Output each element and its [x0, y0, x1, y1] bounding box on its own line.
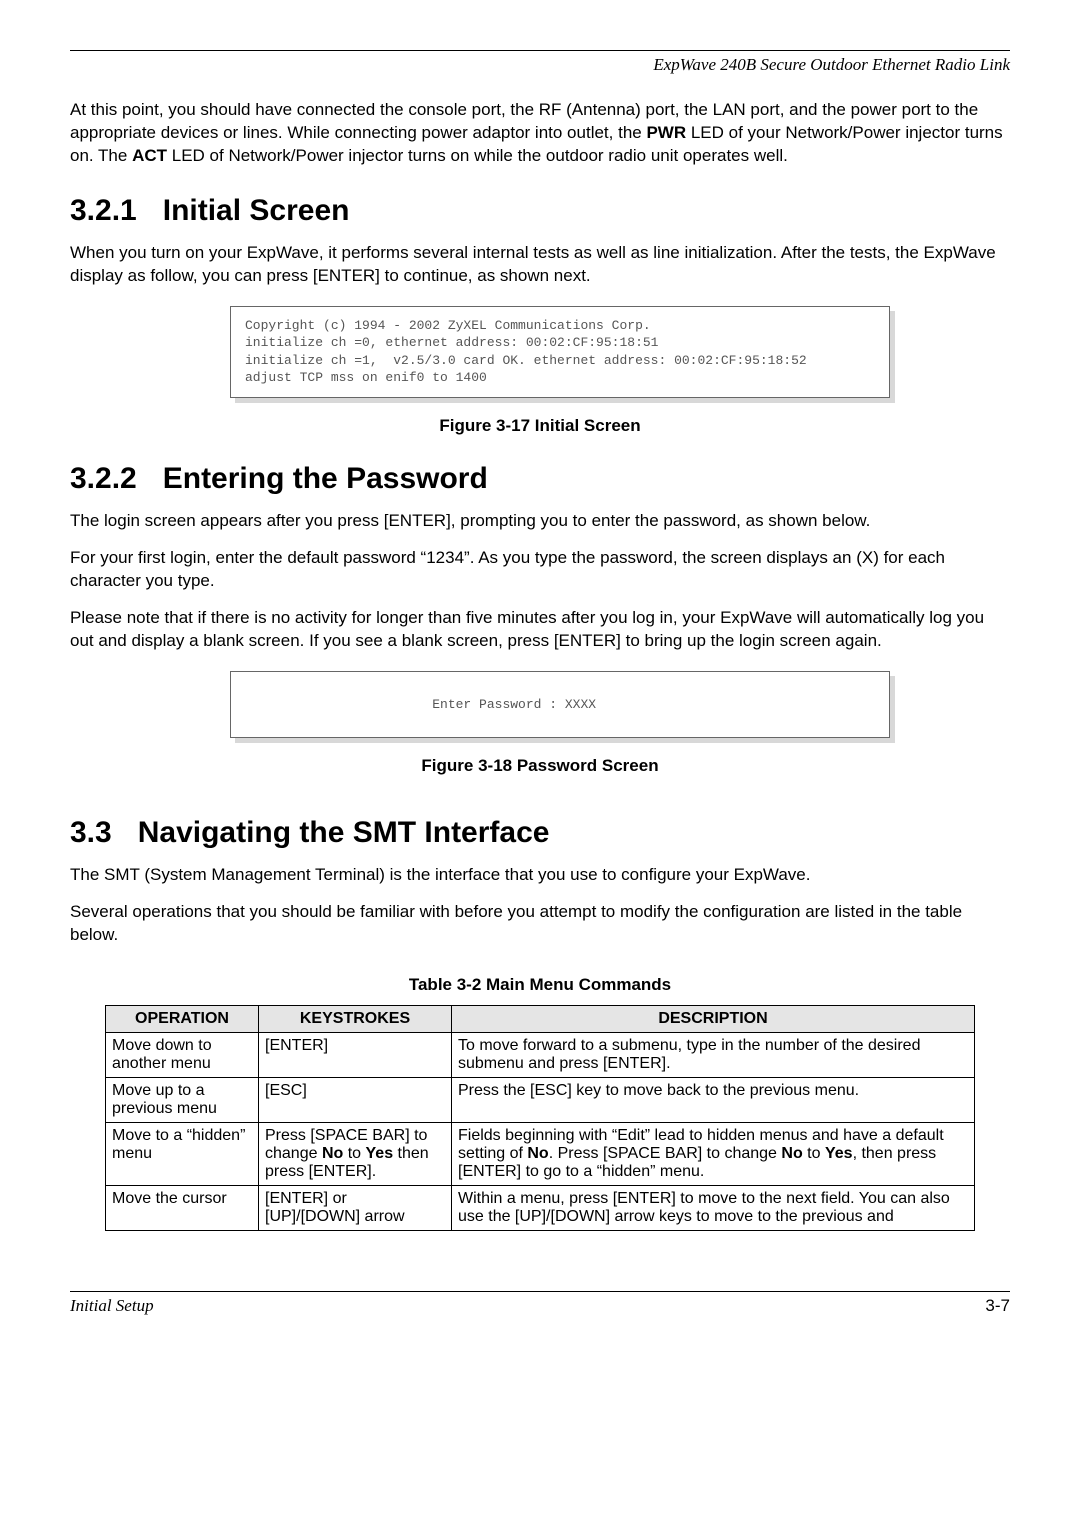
figure-caption-3-17: Figure 3-17 Initial Screen: [70, 416, 1010, 436]
heading-number: 3.3: [70, 816, 112, 850]
sec322-p1: The login screen appears after you press…: [70, 510, 1010, 533]
text: to: [343, 1145, 365, 1162]
heading-3-2-1: 3.2.1 Initial Screen: [70, 194, 1010, 228]
table-caption-3-2: Table 3-2 Main Menu Commands: [70, 975, 1010, 995]
col-keystrokes: KEYSTROKES: [259, 1005, 452, 1032]
footer-page-number: 3-7: [985, 1296, 1010, 1316]
col-description: DESCRIPTION: [452, 1005, 975, 1032]
cell-description: To move forward to a submenu, type in th…: [452, 1032, 975, 1077]
bold: Yes: [825, 1145, 853, 1162]
cell-description: Press the [ESC] key to move back to the …: [452, 1077, 975, 1122]
cell-keystrokes: [ENTER]: [259, 1032, 452, 1077]
cell-keystrokes: Press [SPACE BAR] to change No to Yes th…: [259, 1122, 452, 1185]
sec322-p3: Please note that if there is no activity…: [70, 607, 1010, 653]
table-row: Move up to a previous menu [ESC] Press t…: [106, 1077, 975, 1122]
cell-keystrokes: [ESC]: [259, 1077, 452, 1122]
heading-title: Navigating the SMT Interface: [138, 816, 550, 849]
sec33-p2: Several operations that you should be fa…: [70, 901, 1010, 947]
table-row: Move the cursor [ENTER] or [UP]/[DOWN] a…: [106, 1185, 975, 1230]
col-operation: OPERATION: [106, 1005, 259, 1032]
cell-description: Within a menu, press [ENTER] to move to …: [452, 1185, 975, 1230]
heading-title: Initial Screen: [163, 194, 350, 227]
table-row: Move down to another menu [ENTER] To mov…: [106, 1032, 975, 1077]
sec322-p2: For your first login, enter the default …: [70, 547, 1010, 593]
cell-operation: Move down to another menu: [106, 1032, 259, 1077]
heading-number: 3.2.1: [70, 194, 137, 228]
text: to: [803, 1145, 825, 1162]
table-header-row: OPERATION KEYSTROKES DESCRIPTION: [106, 1005, 975, 1032]
intro-bold-pwr: PWR: [646, 123, 686, 142]
cell-keystrokes: [ENTER] or [UP]/[DOWN] arrow: [259, 1185, 452, 1230]
bold: No: [527, 1145, 548, 1162]
console-text-password: Enter Password : XXXX: [230, 671, 890, 739]
doc-header-title: ExpWave 240B Secure Outdoor Ethernet Rad…: [70, 55, 1010, 75]
bold: No: [781, 1145, 802, 1162]
heading-number: 3.2.2: [70, 462, 137, 496]
sec33-p1: The SMT (System Management Terminal) is …: [70, 864, 1010, 887]
text: . Press [SPACE BAR] to change: [549, 1145, 782, 1162]
console-box-initial: Copyright (c) 1994 - 2002 ZyXEL Communic…: [230, 306, 890, 398]
heading-3-2-2: 3.2.2 Entering the Password: [70, 462, 1010, 496]
heading-title: Entering the Password: [163, 462, 488, 495]
cell-operation: Move up to a previous menu: [106, 1077, 259, 1122]
cell-description: Fields beginning with “Edit” lead to hid…: [452, 1122, 975, 1185]
intro-paragraph: At this point, you should have connected…: [70, 99, 1010, 168]
heading-3-3: 3.3 Navigating the SMT Interface: [70, 816, 1010, 850]
intro-text-3: LED of Network/Power injector turns on w…: [167, 146, 788, 165]
sec321-para: When you turn on your ExpWave, it perfor…: [70, 242, 1010, 288]
cell-operation: Move to a “hidden” menu: [106, 1122, 259, 1185]
main-menu-commands-table: OPERATION KEYSTROKES DESCRIPTION Move do…: [105, 1005, 975, 1231]
console-text-initial: Copyright (c) 1994 - 2002 ZyXEL Communic…: [230, 306, 890, 398]
bold: No: [322, 1145, 343, 1162]
page-footer: Initial Setup 3-7: [70, 1291, 1010, 1316]
cell-operation: Move the cursor: [106, 1185, 259, 1230]
bold: Yes: [366, 1145, 394, 1162]
footer-section: Initial Setup: [70, 1296, 154, 1316]
console-box-password: Enter Password : XXXX: [230, 671, 890, 739]
intro-bold-act: ACT: [132, 146, 167, 165]
figure-caption-3-18: Figure 3-18 Password Screen: [70, 756, 1010, 776]
table-row: Move to a “hidden” menu Press [SPACE BAR…: [106, 1122, 975, 1185]
